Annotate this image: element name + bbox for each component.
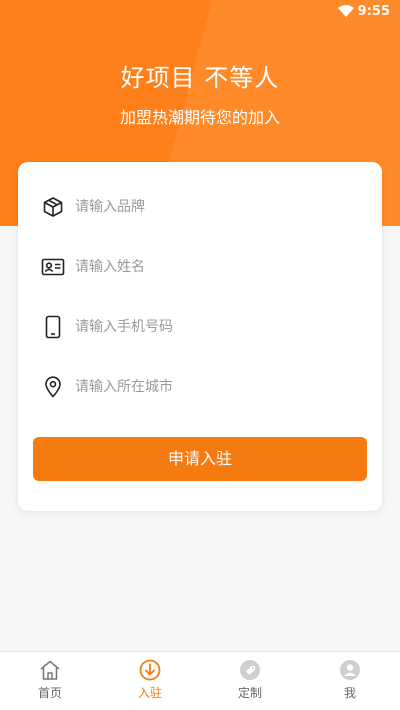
- tab-home-label: 首页: [37, 686, 62, 700]
- tab-me-label: 我: [343, 686, 356, 700]
- apply-button[interactable]: 申请入驻: [33, 437, 367, 481]
- tab-join[interactable]: 入驻: [100, 652, 200, 710]
- hero-title: 好项目 不等人: [120, 64, 280, 92]
- tab-custom[interactable]: 定制: [200, 652, 300, 710]
- hero-subtitle: 加盟热潮期待您的加入: [119, 108, 280, 127]
- tab-join-label: 入驻: [137, 686, 162, 700]
- tag-icon: [238, 658, 262, 682]
- user-icon: [338, 658, 362, 682]
- location-pin-icon: [40, 374, 66, 400]
- wifi-icon: [338, 5, 354, 22]
- city-field: [40, 367, 360, 407]
- bottom-tabbar: 首页 入驻 定制 我: [0, 651, 400, 710]
- box-icon: [40, 194, 66, 220]
- tab-me[interactable]: 我: [300, 652, 400, 710]
- home-icon: [38, 658, 62, 682]
- id-card-icon: [40, 254, 66, 280]
- phone-icon: [40, 314, 66, 340]
- phone-field: [40, 307, 360, 347]
- status-time: 9:55: [357, 4, 390, 19]
- download-circle-icon: [138, 658, 162, 682]
- name-field: [40, 247, 360, 287]
- name-input[interactable]: [75, 259, 335, 275]
- phone-input[interactable]: [75, 319, 335, 335]
- application-form-card: 申请入驻: [18, 162, 382, 511]
- city-input[interactable]: [75, 379, 335, 395]
- tab-home[interactable]: 首页: [0, 652, 100, 710]
- status-bar: 9:55: [0, 0, 400, 24]
- brand-input[interactable]: [75, 199, 335, 215]
- tab-custom-label: 定制: [237, 686, 262, 700]
- brand-field: [40, 187, 360, 227]
